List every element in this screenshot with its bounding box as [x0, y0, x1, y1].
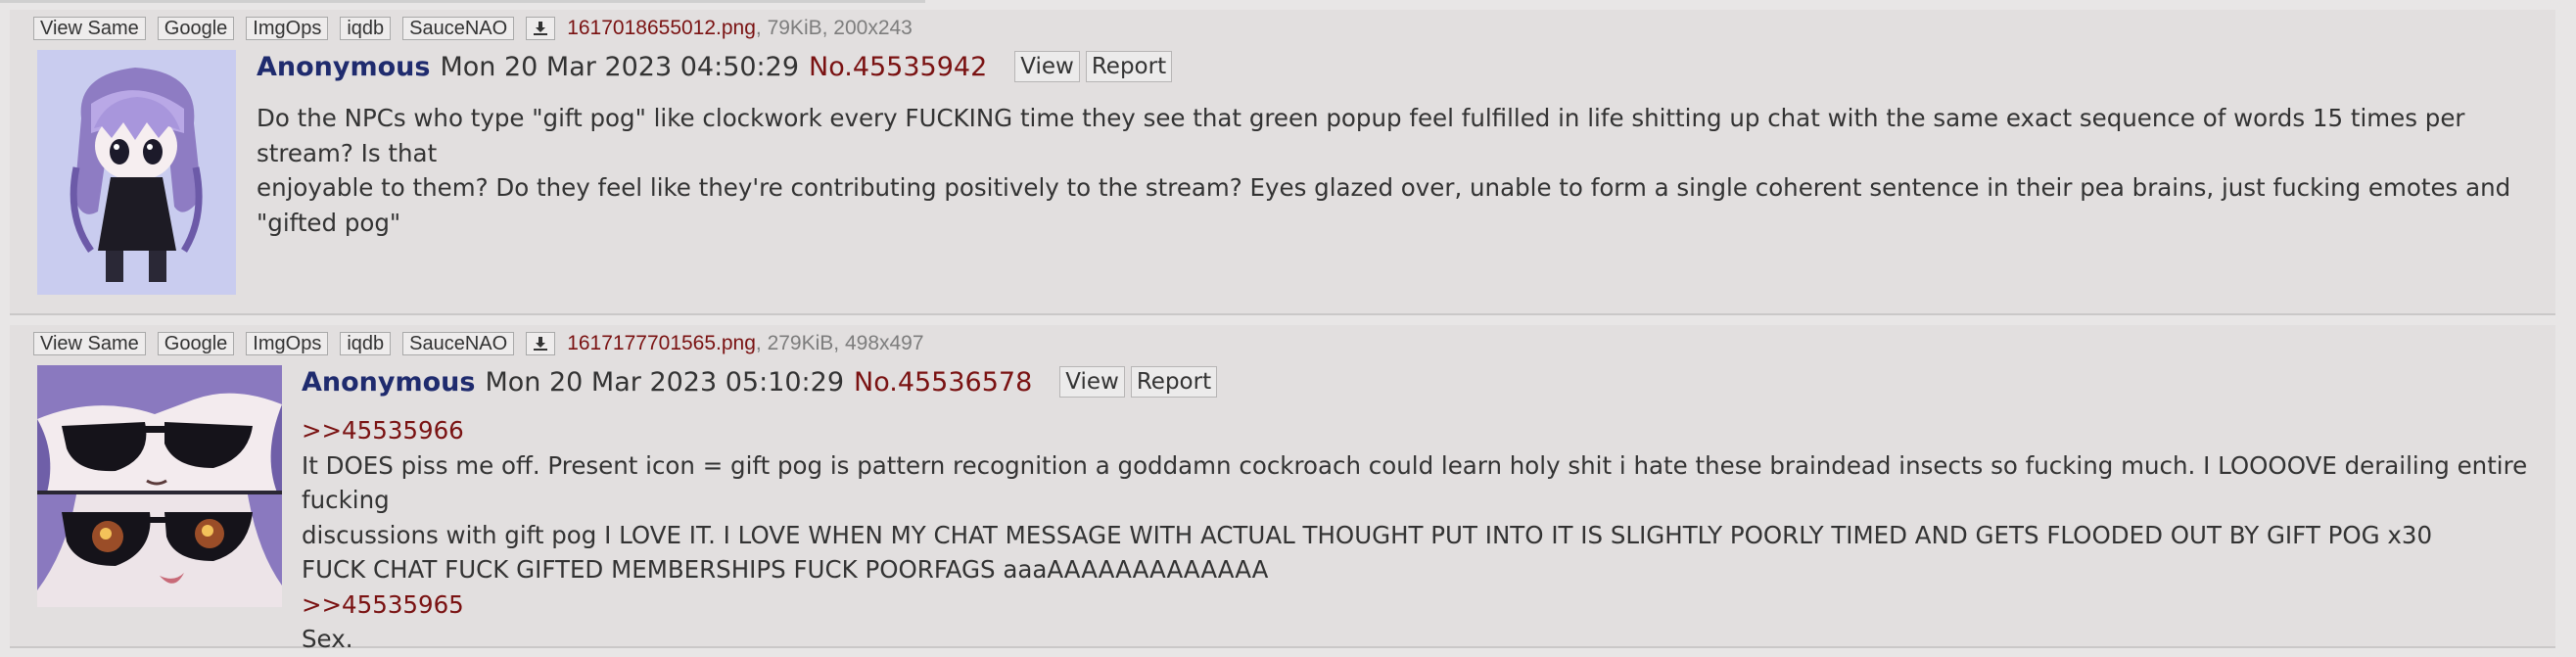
post-header: Anonymous Mon 20 Mar 2023 04:50:29 No.45…: [257, 51, 1173, 82]
poster-name: Anonymous: [302, 366, 476, 398]
post-date: Mon 20 Mar 2023 04:50:29: [440, 51, 799, 82]
file-meta: , 279KiB, 498x497: [755, 332, 924, 354]
message-line: discussions with gift pog I LOVE IT. I L…: [302, 520, 2433, 549]
file-info-bar: View Same Google ImgOps iqdb SauceNAO 16…: [33, 16, 913, 41]
post-header: Anonymous Mon 20 Mar 2023 05:10:29 No.45…: [302, 366, 1218, 398]
iqdb-button[interactable]: iqdb: [340, 17, 392, 40]
message-line: FUCK CHAT FUCK GIFTED MEMBERSHIPS FUCK P…: [302, 555, 1269, 584]
download-icon: [534, 22, 548, 35]
imgops-button[interactable]: ImgOps: [246, 17, 329, 40]
post-number-link[interactable]: No.45535942: [809, 52, 987, 82]
view-button[interactable]: View: [1059, 366, 1125, 398]
poster-name: Anonymous: [257, 51, 431, 82]
post-date: Mon 20 Mar 2023 05:10:29: [485, 366, 844, 398]
post-number-link[interactable]: No.45536578: [854, 367, 1032, 398]
message-line: Sex.: [302, 625, 353, 653]
quote-link[interactable]: >>45535966: [302, 413, 2544, 448]
post-thumbnail[interactable]: [37, 50, 236, 295]
google-search-button[interactable]: Google: [157, 17, 235, 40]
reply-post: View Same Google ImgOps iqdb SauceNAO 16…: [10, 10, 2555, 315]
saucenao-button[interactable]: SauceNAO: [402, 332, 515, 355]
anime-girl-sunglasses-thumbnail: [37, 365, 282, 607]
view-button[interactable]: View: [1014, 51, 1080, 82]
file-name-link[interactable]: 1617177701565.png: [567, 332, 756, 355]
post-thumbnail[interactable]: [37, 365, 282, 607]
google-search-button[interactable]: Google: [157, 332, 235, 355]
message-line: enjoyable to them? Do they feel like the…: [257, 173, 2511, 237]
post-message: Do the NPCs who type "gift pog" like clo…: [257, 101, 2538, 240]
report-button[interactable]: Report: [1085, 51, 1173, 82]
top-divider: [0, 0, 925, 3]
post-message: >>45535966 It DOES piss me off. Present …: [302, 413, 2544, 657]
download-icon: [534, 337, 548, 351]
quote-link[interactable]: >>45535965: [302, 587, 2544, 623]
iqdb-button[interactable]: iqdb: [340, 332, 392, 355]
imgops-button[interactable]: ImgOps: [246, 332, 329, 355]
anime-girl-thumbnail: [37, 50, 236, 295]
file-name-link[interactable]: 1617018655012.png: [567, 17, 756, 40]
download-button[interactable]: [526, 332, 556, 355]
file-meta: , 79KiB, 200x243: [755, 17, 913, 39]
view-same-button[interactable]: View Same: [33, 332, 146, 355]
reply-post: View Same Google ImgOps iqdb SauceNAO 16…: [10, 325, 2555, 653]
view-same-button[interactable]: View Same: [33, 17, 146, 40]
message-line: It DOES piss me off. Present icon = gift…: [302, 450, 2528, 515]
saucenao-button[interactable]: SauceNAO: [402, 17, 515, 40]
message-line: Do the NPCs who type "gift pog" like clo…: [257, 104, 2465, 167]
file-info-bar: View Same Google ImgOps iqdb SauceNAO 16…: [33, 331, 924, 356]
report-button[interactable]: Report: [1130, 366, 1218, 398]
download-button[interactable]: [526, 17, 556, 40]
